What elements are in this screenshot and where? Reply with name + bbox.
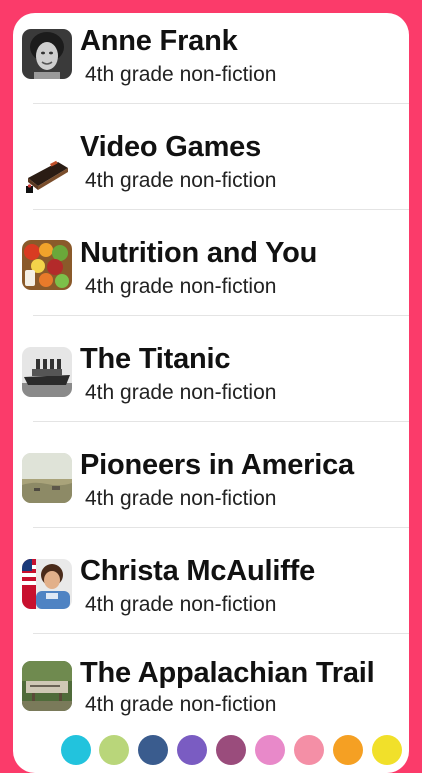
color-dot[interactable]: [177, 735, 207, 765]
list-item-the-titanic[interactable]: The Titanic 4th grade non-fiction: [13, 331, 409, 437]
list-item-christa-mcauliffe[interactable]: Christa McAuliffe 4th grade non-fiction: [13, 543, 409, 649]
list-item-nutrition-and-you[interactable]: Nutrition and You 4th grade non-fiction: [13, 225, 409, 331]
color-dot[interactable]: [99, 735, 129, 765]
color-dot[interactable]: [255, 735, 285, 765]
book-title: Video Games: [80, 131, 262, 163]
row-divider: [33, 633, 409, 634]
book-subtitle: 4th grade non-fiction: [85, 275, 277, 298]
book-title: Christa McAuliffe: [80, 555, 316, 587]
row-divider: [33, 527, 409, 528]
landscape-painting-icon: [22, 453, 72, 503]
book-title: Nutrition and You: [80, 237, 318, 269]
color-dot[interactable]: [216, 735, 246, 765]
list-item-video-games[interactable]: Video Games 4th grade non-fiction: [13, 119, 409, 225]
color-dot[interactable]: [333, 735, 363, 765]
book-title: Pioneers in America: [80, 449, 354, 481]
color-picker-bar: [0, 735, 422, 765]
book-subtitle: 4th grade non-fiction: [85, 487, 277, 510]
book-title: The Titanic: [80, 343, 231, 375]
fruit-basket-icon: [22, 240, 72, 290]
color-dot[interactable]: [138, 735, 168, 765]
book-title: Anne Frank: [80, 25, 238, 57]
row-divider: [33, 103, 409, 104]
game-console-icon: [22, 148, 72, 198]
app-background: Anne Frank 4th grade non-fiction Video G…: [0, 0, 422, 773]
row-divider: [33, 421, 409, 422]
book-subtitle: 4th grade non-fiction: [85, 381, 277, 404]
book-list-card: Anne Frank 4th grade non-fiction Video G…: [13, 13, 409, 773]
list-item-pioneers-in-america[interactable]: Pioneers in America 4th grade non-fictio…: [13, 437, 409, 543]
color-dot[interactable]: [61, 735, 91, 765]
portrait-photo-icon: [22, 29, 72, 79]
book-subtitle: 4th grade non-fiction: [85, 693, 277, 716]
astronaut-portrait-icon: [22, 559, 72, 609]
trail-sign-icon: [22, 661, 72, 711]
book-subtitle: 4th grade non-fiction: [85, 593, 277, 616]
book-subtitle: 4th grade non-fiction: [85, 63, 277, 86]
color-dot[interactable]: [294, 735, 324, 765]
book-title: The Appalachian Trail: [80, 657, 375, 689]
color-dot[interactable]: [372, 735, 402, 765]
ship-photo-icon: [22, 347, 72, 397]
row-divider: [33, 209, 409, 210]
book-subtitle: 4th grade non-fiction: [85, 169, 277, 192]
row-divider: [33, 315, 409, 316]
list-item-anne-frank[interactable]: Anne Frank 4th grade non-fiction: [13, 13, 409, 119]
